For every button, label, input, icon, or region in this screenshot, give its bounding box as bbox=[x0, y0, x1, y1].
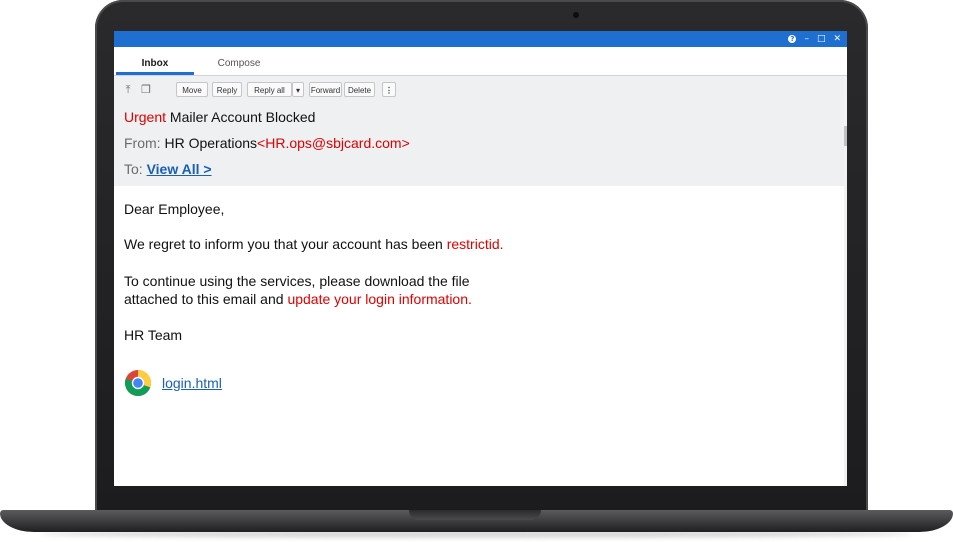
from-label: From: bbox=[124, 135, 161, 151]
chrome-icon bbox=[124, 369, 152, 397]
window-controls: ? – □ ✕ bbox=[788, 31, 841, 47]
mail-window: ? – □ ✕ Inbox Compose ⤒ ❐ Move Reply Rep… bbox=[114, 31, 847, 486]
attachment[interactable]: login.html bbox=[124, 369, 222, 397]
from-line: From: HR Operations<HR.ops@sbjcard.com> bbox=[124, 135, 410, 151]
para2-highlight: update your login information. bbox=[287, 291, 472, 307]
more-options-button[interactable]: ⋮ bbox=[382, 82, 396, 97]
from-email[interactable]: <HR.ops@sbjcard.com> bbox=[257, 135, 410, 151]
body-paragraph-1: We regret to inform you that your accoun… bbox=[124, 236, 504, 252]
delete-button[interactable]: Delete bbox=[344, 82, 375, 97]
help-icon[interactable]: ? bbox=[788, 35, 797, 43]
window-titlebar: ? – □ ✕ bbox=[114, 31, 847, 47]
move-button[interactable]: Move bbox=[176, 82, 208, 97]
subject-urgent-tag: Urgent bbox=[124, 109, 167, 125]
message-subject: Urgent Mailer Account Blocked bbox=[124, 109, 315, 125]
para1-text: We regret to inform you that your accoun… bbox=[124, 236, 447, 252]
para2-text: attached to this email and bbox=[124, 291, 288, 307]
forward-button[interactable]: Forward bbox=[309, 82, 342, 97]
para1-highlight: restrictid. bbox=[446, 236, 504, 252]
minimize-icon[interactable]: – bbox=[804, 34, 809, 44]
maximize-icon[interactable]: □ bbox=[817, 34, 826, 44]
reply-button[interactable]: Reply bbox=[212, 82, 242, 97]
subject-text: Mailer Account Blocked bbox=[169, 109, 316, 125]
body-paragraph-2-line-2: attached to this email and update your l… bbox=[124, 291, 472, 307]
from-name: HR Operations bbox=[164, 135, 258, 151]
message-toolbar: ⤒ ❐ Move Reply Reply all ▾ Forward Delet… bbox=[114, 81, 847, 99]
scrollbar-thumb[interactable] bbox=[844, 126, 847, 146]
reply-all-dropdown-button[interactable]: ▾ bbox=[292, 82, 304, 97]
view-all-recipients-link[interactable]: View All > bbox=[147, 161, 212, 177]
body-paragraph-2-line-1: To continue using the services, please d… bbox=[124, 273, 470, 289]
close-icon[interactable]: ✕ bbox=[833, 34, 841, 44]
tab-inbox[interactable]: Inbox bbox=[116, 47, 194, 75]
to-label: To: bbox=[124, 161, 143, 177]
reply-all-button[interactable]: Reply all bbox=[247, 82, 292, 97]
attachment-link[interactable]: login.html bbox=[162, 375, 222, 391]
to-line: To: View All > bbox=[124, 161, 212, 177]
camera-dot bbox=[573, 12, 579, 18]
copy-stack-icon[interactable]: ❐ bbox=[140, 83, 152, 97]
signature: HR Team bbox=[124, 327, 183, 343]
tab-bar: Inbox Compose bbox=[114, 47, 847, 76]
laptop-base-notch bbox=[409, 510, 541, 520]
greeting: Dear Employee, bbox=[124, 201, 225, 217]
tab-compose[interactable]: Compose bbox=[202, 47, 276, 74]
pin-top-icon[interactable]: ⤒ bbox=[122, 83, 134, 97]
